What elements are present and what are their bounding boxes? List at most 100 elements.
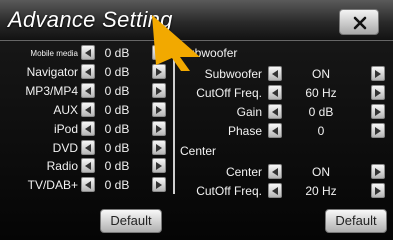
right-default-button[interactable]: Default: [325, 209, 387, 233]
gain-value: 0 dB: [104, 46, 130, 60]
decrease-button[interactable]: [81, 120, 95, 136]
setting-label: Subwoofer: [204, 67, 262, 81]
increase-button[interactable]: [152, 82, 166, 98]
right-arrow-icon: [156, 181, 162, 190]
source-label: Mobile media: [30, 49, 78, 58]
gain-value: 0 dB: [104, 83, 130, 98]
source-label: Navigator: [26, 64, 78, 79]
left-default-button[interactable]: Default: [100, 209, 162, 233]
left-arrow-icon: [272, 89, 278, 97]
increase-button[interactable]: [371, 164, 385, 179]
left-arrow-icon: [272, 187, 278, 195]
source-label: AUX: [53, 102, 78, 117]
left-arrow-icon: [85, 49, 91, 57]
right-arrow-icon: [156, 143, 162, 152]
gain-value: 0 dB: [104, 64, 130, 79]
decrease-button[interactable]: [81, 139, 95, 155]
decrease-button[interactable]: [268, 85, 282, 100]
setting-label: Center: [225, 165, 262, 179]
left-arrow-icon: [85, 124, 91, 133]
subwoofer-setting-row: Gain 0 dB: [178, 103, 388, 121]
decrease-button[interactable]: [268, 66, 282, 81]
increase-button[interactable]: [371, 66, 385, 81]
source-gain-row: iPod 0 dB: [8, 120, 170, 138]
decrease-button[interactable]: [81, 45, 95, 60]
section-title-center: Center: [180, 144, 217, 158]
decrease-button[interactable]: [268, 104, 282, 119]
close-icon: [353, 16, 367, 30]
right-arrow-icon: [375, 70, 381, 78]
source-label: iPod: [53, 121, 78, 136]
gain-value: 0 dB: [104, 121, 130, 136]
right-arrow-icon: [375, 127, 381, 135]
center-setting-row: CutOff Freq. 20 Hz: [178, 182, 388, 200]
subwoofer-setting-row: Phase 0: [178, 122, 388, 140]
close-button[interactable]: [339, 9, 379, 35]
source-label: MP3/MP4: [25, 83, 78, 98]
left-arrow-icon: [272, 168, 278, 176]
left-arrow-icon: [85, 143, 91, 152]
increase-button[interactable]: [152, 120, 166, 136]
source-gain-row: Radio 0 dB: [8, 157, 170, 175]
decrease-button[interactable]: [81, 101, 95, 117]
source-label: Radio: [46, 159, 78, 174]
pointer-arrow-icon: [152, 15, 200, 71]
setting-label: CutOff Freq.: [196, 184, 262, 198]
right-arrow-icon: [156, 124, 162, 133]
source-gain-row: DVD 0 dB: [8, 139, 170, 157]
right-arrow-icon: [375, 108, 381, 116]
source-label: DVD: [52, 140, 78, 155]
decrease-button[interactable]: [268, 164, 282, 179]
source-gain-row: Navigator 0 dB: [8, 63, 170, 81]
setting-value: 0 dB: [308, 105, 334, 119]
setting-label: Phase: [227, 124, 262, 138]
increase-button[interactable]: [152, 139, 166, 155]
left-arrow-icon: [85, 162, 91, 171]
source-gain-row: TV/DAB+ 0 dB: [8, 176, 170, 194]
decrease-button[interactable]: [81, 158, 95, 174]
source-label: TV/DAB+: [27, 178, 78, 193]
right-arrow-icon: [375, 187, 381, 195]
increase-button[interactable]: [152, 158, 166, 174]
decrease-button[interactable]: [268, 183, 282, 198]
increase-button[interactable]: [371, 123, 385, 138]
decrease-button[interactable]: [81, 82, 95, 98]
gain-value: 0 dB: [104, 140, 130, 155]
left-arrow-icon: [272, 108, 278, 116]
increase-button[interactable]: [152, 177, 166, 193]
gain-value: 0 dB: [104, 102, 130, 117]
source-gain-row: Mobile media 0 dB: [8, 44, 170, 62]
left-arrow-icon: [85, 105, 91, 114]
gain-value: 0 dB: [104, 178, 130, 193]
left-arrow-icon: [85, 67, 91, 76]
decrease-button[interactable]: [81, 177, 95, 193]
setting-value: ON: [312, 67, 330, 81]
increase-button[interactable]: [152, 101, 166, 117]
screen: Advance Setting Mobile media 0 dB Navigato…: [0, 0, 393, 240]
left-arrow-icon: [85, 181, 91, 190]
left-arrow-icon: [272, 127, 278, 135]
decrease-button[interactable]: [268, 123, 282, 138]
source-gain-row: AUX 0 dB: [8, 101, 170, 119]
right-arrow-icon: [156, 86, 162, 95]
gain-value: 0 dB: [104, 159, 130, 174]
left-arrow-icon: [272, 70, 278, 78]
right-arrow-icon: [375, 168, 381, 176]
setting-value: 60 Hz: [305, 86, 337, 100]
setting-label: Gain: [236, 105, 262, 119]
increase-button[interactable]: [371, 85, 385, 100]
page-title: Advance Setting: [8, 7, 173, 32]
right-arrow-icon: [156, 162, 162, 171]
increase-button[interactable]: [371, 104, 385, 119]
left-arrow-icon: [85, 86, 91, 95]
decrease-button[interactable]: [81, 63, 95, 79]
subwoofer-setting-row: Subwoofer ON: [178, 65, 388, 83]
setting-value: 20 Hz: [305, 184, 337, 198]
setting-value: ON: [312, 165, 330, 179]
source-gain-row: MP3/MP4 0 dB: [8, 82, 170, 100]
source-gain-panel: Mobile media 0 dB Navigator 0 dB MP3/MP4 0 dB…: [8, 44, 170, 196]
speaker-settings-panel: Subwoofer Center Subwoofer ON CutOff Freq.…: [178, 44, 388, 198]
subwoofer-setting-row: CutOff Freq. 60 Hz: [178, 84, 388, 102]
increase-button[interactable]: [371, 183, 385, 198]
setting-label: CutOff Freq.: [196, 86, 262, 100]
